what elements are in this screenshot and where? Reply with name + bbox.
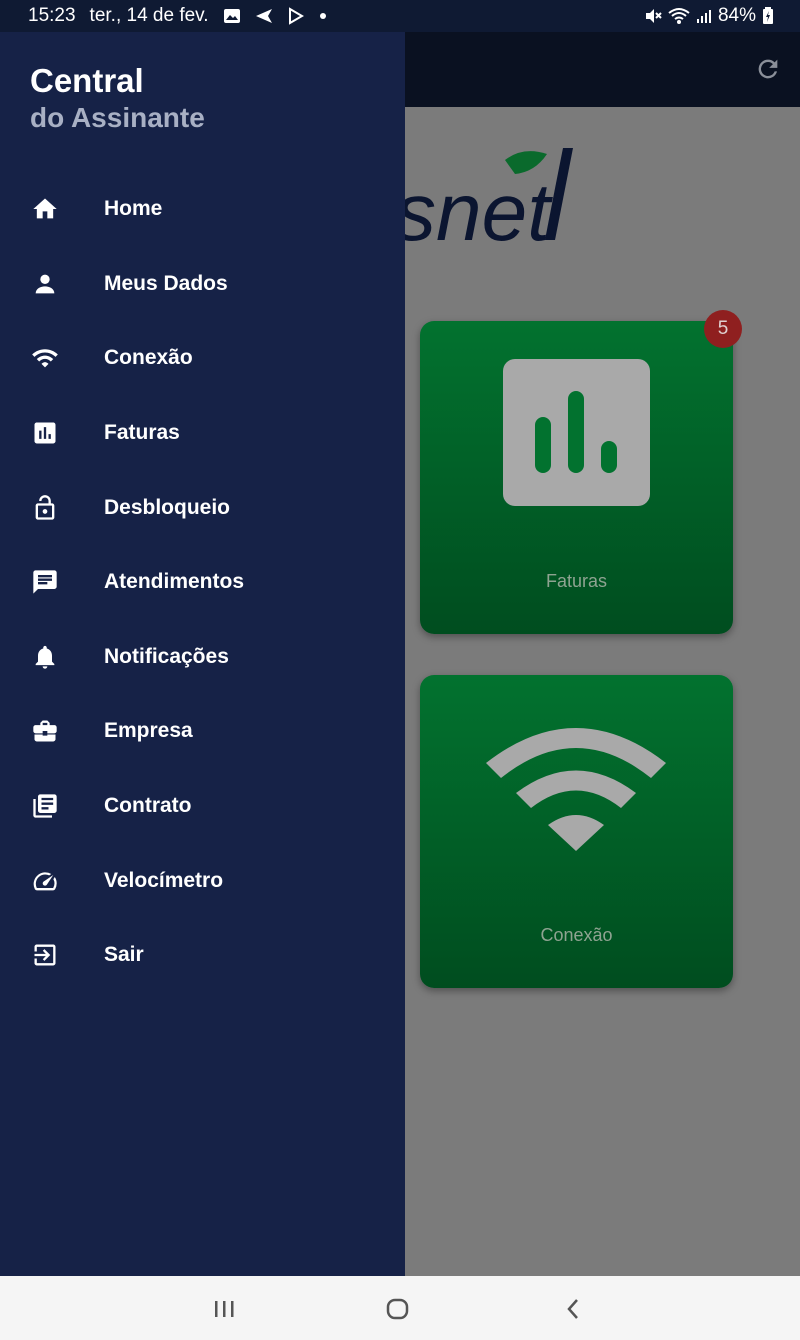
play-store-icon — [287, 7, 305, 25]
bell-icon — [30, 642, 60, 672]
status-bar: 15:23 ter., 14 de fev. 84% — [0, 0, 800, 32]
system-nav-bar — [0, 1276, 800, 1340]
gallery-icon — [223, 8, 241, 24]
menu-item-label: Home — [104, 197, 163, 221]
menu-item-conexao[interactable]: Conexão — [0, 321, 405, 396]
menu-item-label: Contrato — [104, 794, 192, 818]
menu-item-sair[interactable]: Sair — [0, 918, 405, 993]
menu-item-label: Desbloqueio — [104, 495, 231, 519]
wifi-status-icon — [668, 7, 690, 25]
back-icon — [567, 1299, 578, 1319]
notification-badge: 5 — [704, 310, 742, 348]
logo-text: snet — [395, 167, 553, 248]
logout-icon — [30, 940, 60, 970]
drawer-menu: Home Meus Dados Conexão Faturas Desbloqu… — [0, 172, 405, 993]
status-time: 15:23 — [28, 5, 76, 26]
person-icon — [30, 269, 60, 299]
lock-open-icon — [30, 493, 60, 523]
menu-item-notificacoes[interactable]: Notificações — [0, 620, 405, 695]
menu-item-label: Velocímetro — [104, 868, 224, 892]
signal-icon — [696, 8, 712, 24]
drawer-subtitle: do Assinante — [30, 102, 205, 133]
battery-percent: 84% — [717, 5, 756, 26]
menu-item-atendimentos[interactable]: Atendimentos — [0, 545, 405, 620]
menu-item-meus-dados[interactable]: Meus Dados — [0, 247, 405, 322]
refresh-icon — [758, 59, 778, 79]
battery-icon — [762, 7, 774, 25]
bar-chart-icon — [503, 359, 650, 506]
menu-item-label: Notificações — [104, 644, 229, 668]
send-icon — [255, 8, 273, 24]
menu-item-empresa[interactable]: Empresa — [0, 694, 405, 769]
document-icon — [30, 791, 60, 821]
back-button[interactable] — [553, 1296, 593, 1322]
home-circle-icon — [386, 1298, 409, 1320]
menu-item-label: Meus Dados — [104, 271, 228, 295]
conexao-tile[interactable]: Conexão — [420, 675, 733, 988]
speedometer-icon — [30, 866, 60, 896]
refresh-button[interactable] — [754, 55, 782, 88]
menu-item-desbloqueio[interactable]: Desbloqueio — [0, 470, 405, 545]
menu-item-label: Faturas — [104, 421, 180, 445]
wifi-icon — [486, 728, 666, 851]
mute-icon — [644, 7, 662, 25]
recent-apps-icon — [215, 1301, 234, 1317]
conexao-tile-label: Conexão — [540, 925, 613, 945]
menu-item-contrato[interactable]: Contrato — [0, 769, 405, 844]
faturas-tile[interactable]: Faturas — [420, 321, 733, 634]
navigation-drawer: Central do Assinante Home Meus Dados Con… — [0, 32, 405, 1276]
home-icon — [30, 194, 60, 224]
drawer-title: Central — [30, 62, 144, 99]
faturas-tile-label: Faturas — [545, 571, 608, 591]
home-nav-button[interactable] — [378, 1296, 418, 1322]
more-dot-icon — [319, 12, 327, 20]
menu-item-faturas[interactable]: Faturas — [0, 396, 405, 471]
wifi-icon — [30, 343, 60, 373]
bar-chart-icon — [30, 418, 60, 448]
menu-item-label: Atendimentos — [104, 570, 245, 594]
menu-item-home[interactable]: Home — [0, 172, 405, 247]
menu-item-label: Sair — [104, 943, 144, 967]
briefcase-icon — [30, 716, 60, 746]
menu-item-velocimetro[interactable]: Velocímetro — [0, 843, 405, 918]
menu-item-label: Conexão — [104, 346, 193, 370]
menu-item-label: Empresa — [104, 719, 193, 743]
company-logo: snet — [395, 148, 585, 258]
chat-icon — [30, 567, 60, 597]
recent-apps-button[interactable] — [204, 1296, 244, 1322]
status-date: ter., 14 de fev. — [89, 5, 209, 26]
